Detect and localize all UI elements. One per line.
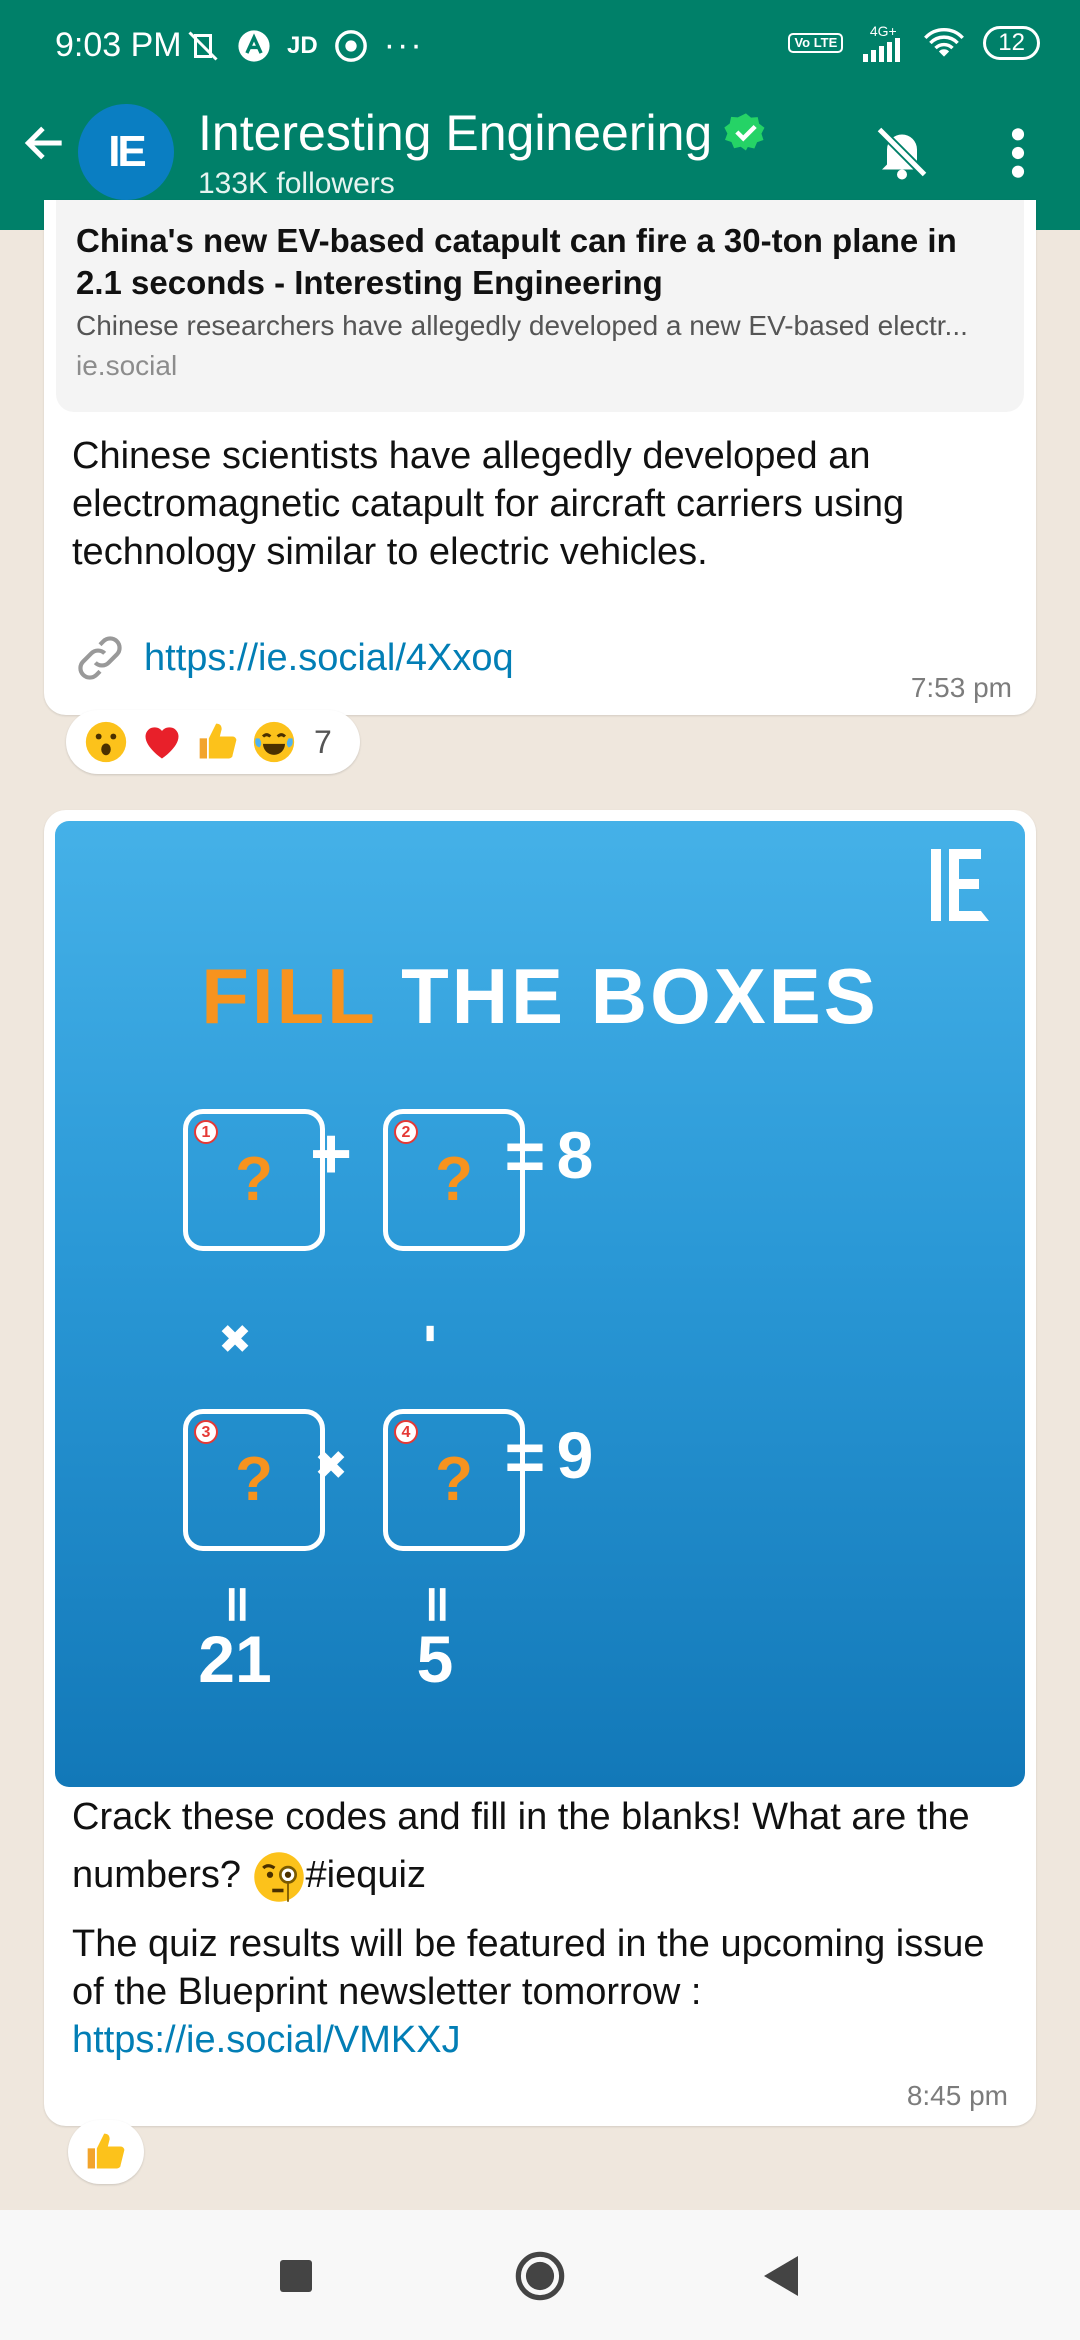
quiz-title-white: THE BOXES	[401, 952, 879, 1040]
link-preview[interactable]: China's new EV-based catapult can fire a…	[56, 200, 1024, 412]
status-time: 9:03 PM	[55, 26, 182, 64]
status-left-icons: JD ···	[185, 26, 424, 65]
recents-button[interactable]	[280, 2260, 312, 2292]
box-number: 3	[194, 1420, 218, 1444]
message-time: 8:45 pm	[906, 2080, 1008, 2111]
minus-sign: -	[401, 1323, 469, 1344]
reactions-bar[interactable]: 7	[66, 710, 360, 774]
verified-badge-icon	[724, 113, 765, 151]
status-right-icons: Vo LTE 4G+ 12	[788, 24, 1040, 62]
thumbs-up-icon	[199, 723, 237, 759]
preview-title: China's new EV-based catapult can fire a…	[76, 222, 957, 301]
red-heart-icon	[145, 727, 179, 759]
thumbs-up-icon	[87, 2133, 125, 2169]
row1-result: 8	[556, 1118, 594, 1192]
message-caption-2: The quiz results will be featured in the…	[72, 1920, 1012, 2064]
reactions-bar[interactable]	[68, 2120, 144, 2184]
back-button[interactable]	[762, 2254, 802, 2298]
box-number: 4	[394, 1420, 418, 1444]
status-bar: 9:03 PM JD ··· Vo LTE 4G+ 12	[0, 0, 1080, 95]
system-navigation-bar	[0, 2210, 1080, 2340]
link-row: https://ie.social/4Xxoq	[72, 630, 514, 686]
battery-indicator: 12	[983, 26, 1040, 60]
network-type: 4G+	[861, 24, 905, 62]
column2-result: 5	[416, 1622, 454, 1696]
channel-avatar[interactable]: IE	[78, 104, 174, 200]
ie-logo	[931, 849, 989, 921]
app-header: 9:03 PM JD ··· Vo LTE 4G+ 12 IE Interest…	[0, 0, 1080, 230]
notifications-muted-icon[interactable]	[872, 122, 932, 182]
wifi-icon	[924, 28, 965, 57]
times-sign: ✖	[314, 1444, 348, 1488]
caption-text: Crack these codes and fill in the blanks…	[72, 1796, 970, 1896]
monocle-face-icon	[253, 1852, 304, 1902]
box-number: 2	[394, 1120, 418, 1144]
plus-sign: +	[309, 1114, 353, 1194]
caption-text-2: The quiz results will be featured in the…	[72, 1923, 985, 2013]
surprised-face-icon	[85, 721, 127, 763]
jd-icon: JD	[287, 31, 318, 59]
message-bubble[interactable]: China's new EV-based catapult can fire a…	[44, 200, 1036, 715]
message-text: Chinese scientists have allegedly develo…	[72, 435, 905, 573]
times-sign: ✖	[218, 1318, 252, 1362]
link-chain-icon	[78, 636, 122, 680]
reaction-count: 7	[314, 723, 332, 760]
message-link[interactable]: https://ie.social/4Xxoq	[144, 637, 514, 680]
message-caption: Crack these codes and fill in the blanks…	[72, 1788, 1012, 1904]
channel-title[interactable]: Interesting Engineering	[198, 104, 712, 162]
a-icon	[238, 29, 270, 62]
followers-count[interactable]: 133K followers	[198, 167, 395, 201]
quiz-image[interactable]: FILL THE BOXES 1 ? + 2 ? = 8 ✖ - 3 ? ✖ 4…	[55, 821, 1025, 1787]
box-number: 1	[194, 1120, 218, 1144]
preview-description: Chinese researchers have allegedly devel…	[76, 310, 968, 341]
message-bubble[interactable]: FILL THE BOXES 1 ? + 2 ? = 8 ✖ - 3 ? ✖ 4…	[44, 810, 1036, 2126]
quiz-title: FILL THE BOXES	[55, 951, 1025, 1042]
message-time: 7:53 pm	[910, 672, 1012, 703]
network-label: 4G+	[869, 23, 897, 39]
back-arrow-icon[interactable]	[20, 118, 70, 168]
browser-icon	[334, 29, 367, 62]
more-dots: ···	[383, 26, 424, 64]
quiz-title-orange: FILL	[201, 952, 377, 1040]
hashtag[interactable]: #iequiz	[306, 1854, 426, 1896]
home-button[interactable]	[514, 2250, 566, 2302]
row2-result: 9	[556, 1418, 594, 1492]
column1-result: 21	[198, 1622, 272, 1696]
signal-icon	[863, 38, 901, 62]
vibrate-off-icon	[188, 30, 218, 61]
tears-of-joy-icon	[253, 721, 295, 763]
message-link[interactable]: https://ie.social/VMKXJ	[72, 2019, 461, 2061]
overflow-menu-icon[interactable]	[1000, 125, 1036, 181]
preview-domain: ie.social	[76, 350, 178, 381]
volte-icon: Vo LTE	[788, 33, 844, 53]
